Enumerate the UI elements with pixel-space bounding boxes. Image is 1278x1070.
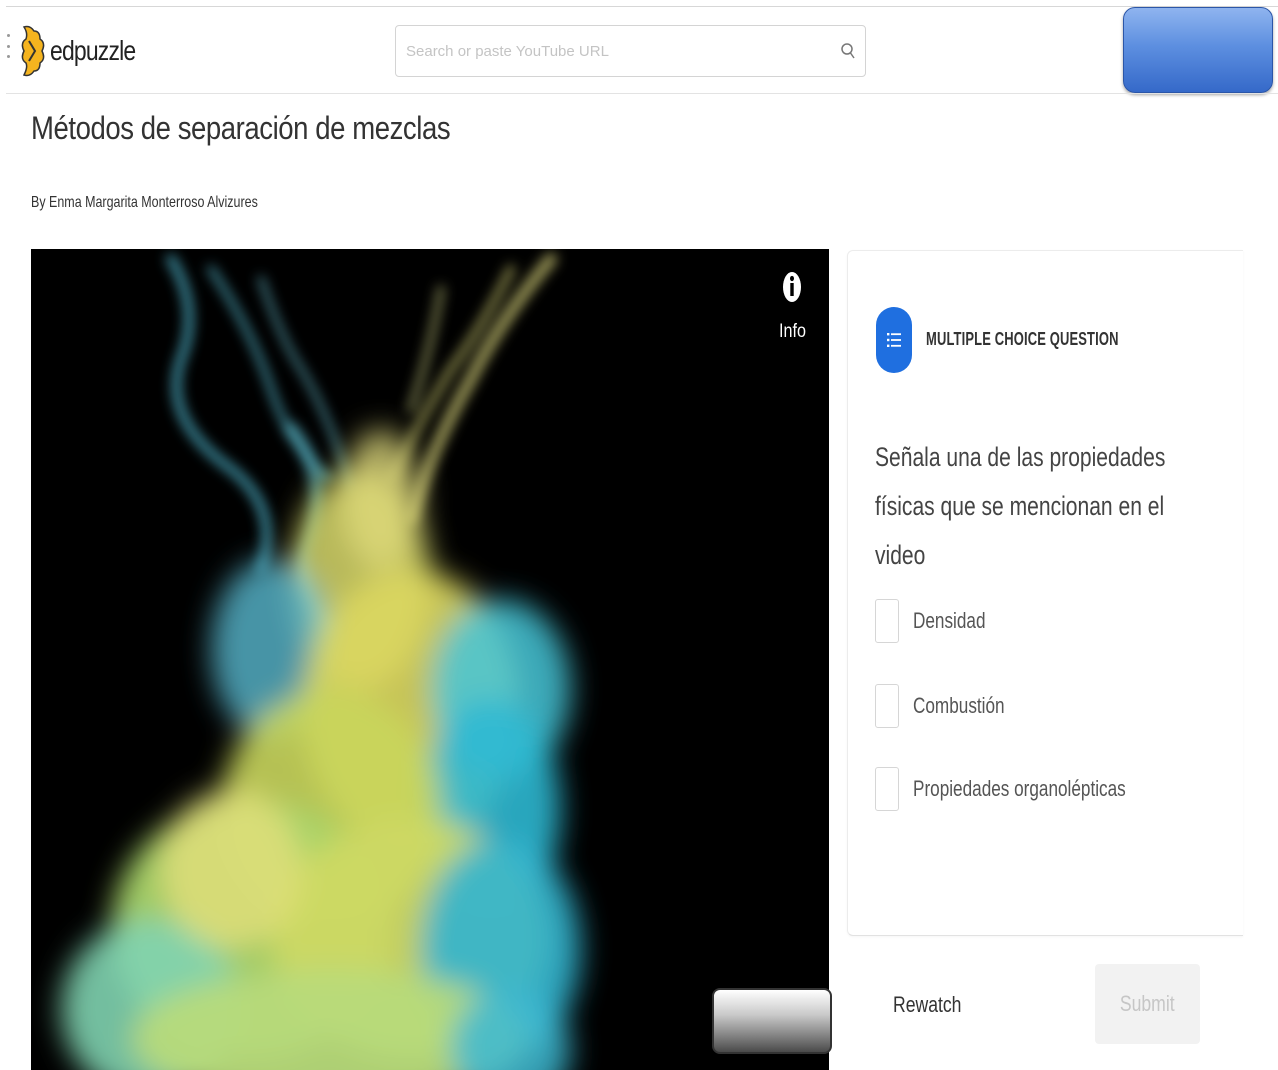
edpuzzle-logo[interactable]: edpuzzle: [20, 20, 154, 82]
logo-text: edpuzzle: [50, 35, 136, 66]
option-checkbox[interactable]: [875, 599, 899, 643]
blue-overlay-button[interactable]: [1123, 7, 1273, 93]
search-icon[interactable]: [840, 42, 856, 60]
rewatch-label: Rewatch: [893, 992, 962, 1017]
submit-button[interactable]: Submit: [1095, 964, 1200, 1044]
answer-option-densidad[interactable]: Densidad: [875, 599, 1235, 645]
video-frame-ink-smoke: [61, 253, 581, 1070]
info-label: Info: [779, 321, 806, 342]
option-checkbox[interactable]: [875, 684, 899, 728]
rewatch-button[interactable]: Rewatch: [893, 980, 983, 1030]
answer-option-combustion[interactable]: Combustión: [875, 684, 1235, 730]
search-box[interactable]: [395, 25, 866, 77]
author-byline: By Enma Margarita Monterroso Alvizures: [31, 194, 258, 211]
info-button[interactable]: Info: [776, 271, 818, 351]
question-type-label: MULTIPLE CHOICE QUESTION: [926, 329, 1119, 349]
info-icon: [783, 272, 801, 302]
top-divider: [6, 6, 1278, 7]
question-type-badge: [876, 307, 912, 373]
menu-dots-icon[interactable]: [6, 34, 10, 58]
submit-label: Submit: [1120, 991, 1175, 1016]
option-label: Densidad: [913, 608, 986, 633]
question-panel: MULTIPLE CHOICE QUESTION Señala una de l…: [847, 250, 1243, 936]
option-checkbox[interactable]: [875, 767, 899, 811]
puzzle-logo-icon: [21, 25, 45, 77]
list-checks-icon: [887, 333, 901, 347]
option-label: Combustión: [913, 693, 1005, 718]
question-text: Señala una de las propiedades físicas qu…: [875, 442, 1166, 570]
header-divider: [6, 93, 1278, 94]
gray-overlay-button[interactable]: [712, 988, 832, 1054]
video-player[interactable]: Info: [31, 249, 829, 1070]
answer-option-propiedades-organolepticas[interactable]: Propiedades organolépticas: [875, 767, 1235, 813]
top-bar: edpuzzle: [0, 0, 1278, 96]
option-label: Propiedades organolépticas: [913, 776, 1126, 801]
search-input[interactable]: [406, 26, 826, 76]
page-title: Métodos de separación de mezclas: [31, 110, 451, 146]
